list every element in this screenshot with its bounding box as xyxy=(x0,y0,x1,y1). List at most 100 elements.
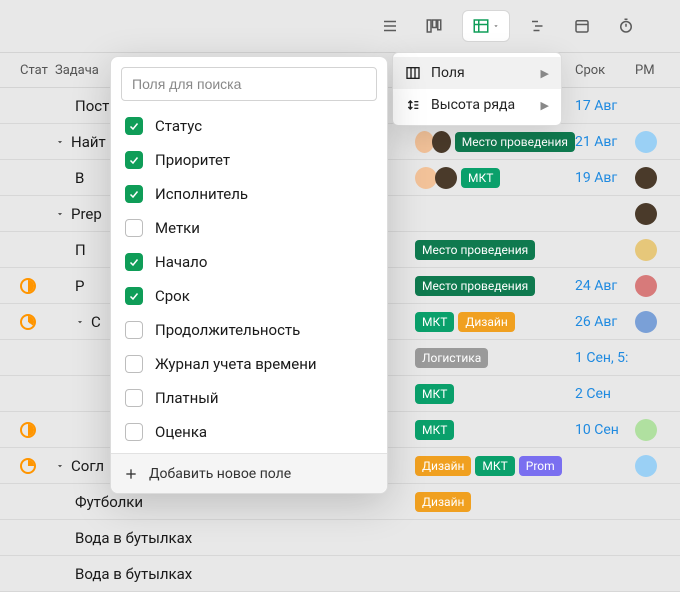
field-option-label: Метки xyxy=(155,219,200,237)
add-field-button[interactable]: Добавить новое поле xyxy=(111,453,387,493)
fields-search-input[interactable] xyxy=(121,67,377,101)
plus-icon xyxy=(123,466,139,482)
avatar xyxy=(635,419,657,441)
field-option-label: Срок xyxy=(155,287,190,305)
disclosure-triangle-icon[interactable] xyxy=(55,461,65,471)
checkbox[interactable] xyxy=(125,253,143,271)
avatar xyxy=(635,239,657,261)
view-option-label: Поля xyxy=(431,65,465,81)
field-option-label: Оценка xyxy=(155,423,207,441)
checkbox[interactable] xyxy=(125,117,143,135)
tag-badge: Место проведения xyxy=(415,240,535,260)
status-indicator xyxy=(20,278,36,294)
field-option-label: Исполнитель xyxy=(155,185,248,203)
row-height-icon xyxy=(405,97,421,113)
add-field-label: Добавить новое поле xyxy=(149,466,291,482)
timer-icon xyxy=(617,17,635,35)
chevron-right-icon: ▶ xyxy=(541,99,549,112)
tag-badge: МКТ xyxy=(415,420,454,440)
table-view-button[interactable] xyxy=(462,10,510,42)
fields-panel: СтатусПриоритет Исполнитель Метки Начало Сро… xyxy=(110,56,388,494)
tag-badge: Место проведения xyxy=(455,132,575,152)
list-view-button[interactable] xyxy=(374,10,406,42)
task-title: Найт xyxy=(71,133,106,151)
task-title: П xyxy=(75,241,86,259)
field-option[interactable]: Приоритет xyxy=(115,143,377,177)
top-toolbar xyxy=(0,0,680,52)
checkbox[interactable] xyxy=(125,355,143,373)
columns-icon xyxy=(405,65,421,81)
field-option[interactable]: Начало xyxy=(115,245,377,279)
field-option[interactable]: Платный xyxy=(115,381,377,415)
due-date: 26 Авг xyxy=(575,314,635,330)
field-option[interactable]: Оценка xyxy=(115,415,377,449)
task-title: С xyxy=(91,313,101,331)
timer-view-button[interactable] xyxy=(610,10,642,42)
table-row[interactable]: Вода в бутылках xyxy=(0,556,680,592)
checkbox[interactable] xyxy=(125,423,143,441)
field-option-label: Платный xyxy=(155,389,219,407)
gantt-view-button[interactable] xyxy=(522,10,554,42)
due-date: 10 Сен xyxy=(575,422,635,438)
checkbox[interactable] xyxy=(125,219,143,237)
field-option[interactable]: Продолжительность xyxy=(115,313,377,347)
board-icon xyxy=(425,17,443,35)
due-date: 17 Авг xyxy=(575,98,635,114)
tag-badge: Логистика xyxy=(415,348,488,368)
disclosure-triangle-icon[interactable] xyxy=(75,317,85,327)
board-view-button[interactable] xyxy=(418,10,450,42)
list-icon xyxy=(381,17,399,35)
avatar xyxy=(635,167,657,189)
field-option[interactable]: Статус xyxy=(115,109,377,143)
col-due[interactable]: Срок xyxy=(575,63,635,78)
table-icon xyxy=(472,17,490,35)
col-status[interactable]: Стат xyxy=(0,63,55,78)
task-title: Вода в бутылках xyxy=(75,529,192,547)
field-option-label: Продолжительность xyxy=(155,321,300,339)
due-date: 2 Сен xyxy=(575,386,635,402)
tag-badge: МКТ xyxy=(461,168,500,188)
field-option-label: Начало xyxy=(155,253,207,271)
avatar xyxy=(635,203,657,225)
checkbox[interactable] xyxy=(125,287,143,305)
field-option[interactable]: Срок xyxy=(115,279,377,313)
task-title: В xyxy=(75,169,84,187)
checkbox[interactable] xyxy=(125,389,143,407)
gantt-icon xyxy=(529,17,547,35)
tag-badge: Место проведения xyxy=(415,276,535,296)
view-settings-popover: Поля▶Высота ряда▶ xyxy=(392,52,562,126)
disclosure-triangle-icon[interactable] xyxy=(55,137,65,147)
task-title: Prep xyxy=(71,205,102,223)
avatar xyxy=(435,167,457,189)
view-option-1[interactable]: Высота ряда▶ xyxy=(393,89,561,121)
avatar xyxy=(635,131,657,153)
tag-badge: Prom xyxy=(519,456,562,476)
status-indicator xyxy=(20,458,36,474)
checkbox[interactable] xyxy=(125,321,143,339)
field-option[interactable]: Исполнитель xyxy=(115,177,377,211)
field-option[interactable]: Журнал учета времени xyxy=(115,347,377,381)
disclosure-triangle-icon[interactable] xyxy=(55,209,65,219)
checkbox[interactable] xyxy=(125,151,143,169)
status-indicator xyxy=(20,314,36,330)
table-row[interactable]: Вода в бутылках xyxy=(0,520,680,556)
checkbox[interactable] xyxy=(125,185,143,203)
calendar-view-button[interactable] xyxy=(566,10,598,42)
tag-badge: МКТ xyxy=(415,384,454,404)
task-title: Футболки xyxy=(75,493,143,511)
tag-badge: Дизайн xyxy=(415,456,471,476)
task-title: Пост xyxy=(75,97,109,115)
chevron-right-icon: ▶ xyxy=(541,67,549,80)
avatar xyxy=(432,131,451,153)
avatar xyxy=(635,275,657,297)
col-pm[interactable]: PM xyxy=(635,63,675,78)
task-title: Р xyxy=(75,277,84,295)
tag-badge: МКТ xyxy=(475,456,514,476)
fields-list: СтатусПриоритет Исполнитель Метки Начало Сро… xyxy=(111,107,387,453)
task-title: Согл xyxy=(71,457,104,475)
tag-badge: Дизайн xyxy=(415,492,471,512)
view-option-0[interactable]: Поля ▶ xyxy=(393,57,561,89)
avatar xyxy=(635,311,657,333)
tag-badge: Дизайн xyxy=(458,312,514,332)
field-option[interactable]: Метки xyxy=(115,211,377,245)
